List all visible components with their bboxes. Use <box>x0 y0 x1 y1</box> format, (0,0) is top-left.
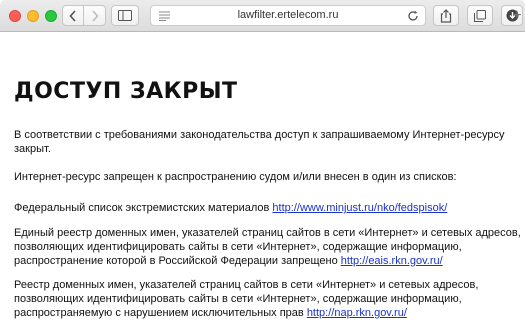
forward-icon <box>91 9 99 22</box>
address-bar[interactable]: lawfilter.ertelecom.ru <box>150 5 426 26</box>
ban-notice: Интернет-ресурс запрещен к распространен… <box>14 171 457 183</box>
eais-line-2: позволяющих идентифицировать сайты в сет… <box>14 241 462 253</box>
extremist-list-text: Федеральный список экстремистских матери… <box>14 202 273 214</box>
nap-line-3: распространяемую с нарушением исключител… <box>14 307 307 319</box>
close-icon[interactable] <box>9 10 21 22</box>
extremist-list-paragraph: Федеральный список экстремистских матери… <box>14 201 525 215</box>
reload-icon[interactable] <box>407 10 419 22</box>
tabs-icon <box>474 9 486 22</box>
back-icon <box>69 9 76 22</box>
nap-link[interactable]: http://nap.rkn.gov.ru/ <box>307 307 407 319</box>
browser-toolbar: lawfilter.ertelecom.ru + <box>0 0 525 32</box>
url-text[interactable]: lawfilter.ertelecom.ru <box>151 9 425 21</box>
browser-window: lawfilter.ertelecom.ru + ДОСТУП ЗАКРЫТ В… <box>0 0 525 331</box>
nap-line-1: Реестр доменных имен, указателей страниц… <box>14 279 479 291</box>
eais-line-1: Единый реестр доменных имен, указателей … <box>14 227 521 239</box>
sidebar-button[interactable] <box>111 5 139 26</box>
new-tab-button[interactable]: + <box>509 0 525 31</box>
forward-button[interactable] <box>84 5 106 26</box>
page-content: ДОСТУП ЗАКРЫТ В соответствии с требовани… <box>14 31 525 331</box>
zoom-icon[interactable] <box>45 10 57 22</box>
intro-line-1: В соответствии с требованиями законодате… <box>14 129 505 141</box>
sidebar-icon <box>118 10 132 21</box>
minimize-icon[interactable] <box>27 10 39 22</box>
intro-paragraph: В соответствии с требованиями законодате… <box>14 128 525 156</box>
plus-icon: + <box>512 6 522 24</box>
eais-link[interactable]: http://eais.rkn.gov.ru/ <box>341 255 443 267</box>
eais-line-3: распространение которой в Российской Фед… <box>14 255 341 267</box>
back-button[interactable] <box>62 5 84 26</box>
nap-line-2: позволяющих идентифицировать сайты в сет… <box>14 293 462 305</box>
minjust-link[interactable]: http://www.minjust.ru/nko/fedspisok/ <box>272 202 447 214</box>
intro-line-2: закрыт. <box>14 143 51 155</box>
nap-registry-paragraph: Реестр доменных имен, указателей страниц… <box>14 278 525 320</box>
page-title: ДОСТУП ЗАКРЫТ <box>14 79 238 104</box>
share-icon <box>440 8 452 23</box>
show-tabs-button[interactable] <box>467 5 493 26</box>
share-button[interactable] <box>433 5 459 26</box>
eais-registry-paragraph: Единый реестр доменных имен, указателей … <box>14 226 525 268</box>
